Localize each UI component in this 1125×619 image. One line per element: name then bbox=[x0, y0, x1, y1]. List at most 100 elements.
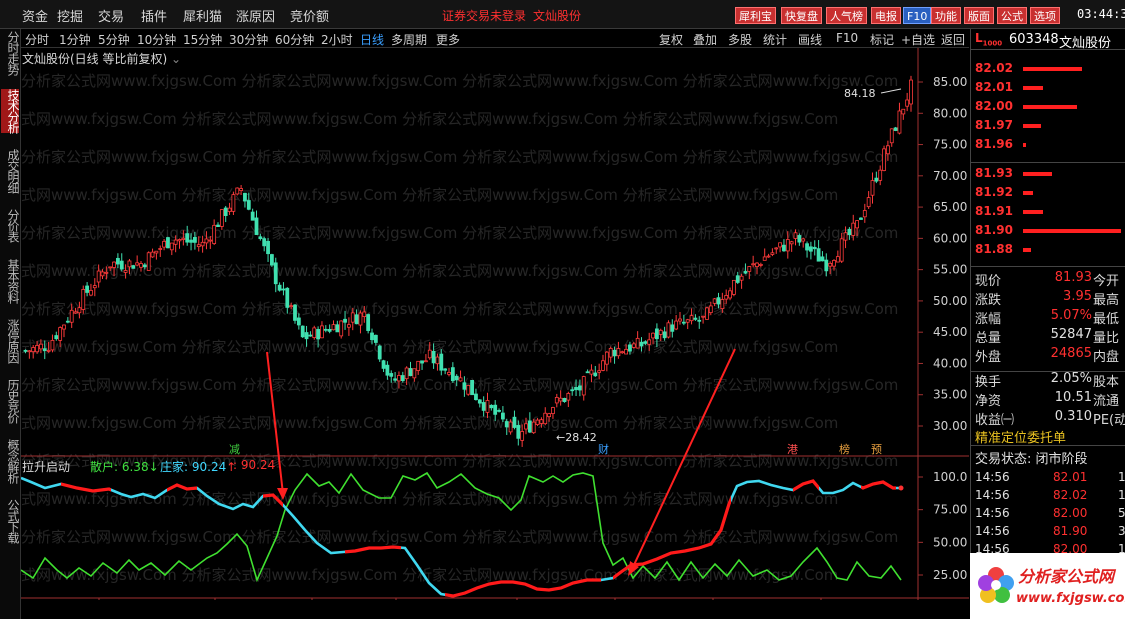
period-5min[interactable]: 5分钟 bbox=[98, 31, 130, 48]
candle-body bbox=[35, 345, 39, 353]
candle-body bbox=[470, 379, 475, 396]
precise-order-title[interactable]: 精准定位委托单 bbox=[975, 427, 1066, 446]
event-marker: 财 bbox=[598, 442, 609, 456]
period-2h[interactable]: 2小时 bbox=[321, 31, 353, 48]
candle-body bbox=[397, 375, 401, 382]
telegraph-button[interactable]: 电报 bbox=[871, 7, 901, 24]
candle-body bbox=[269, 254, 274, 266]
quick-review-button[interactable]: 快复盘 bbox=[781, 7, 822, 24]
menu-mining[interactable]: 挖掘 bbox=[57, 6, 83, 25]
candle-body bbox=[212, 224, 217, 244]
quote-extra-label: 最高 bbox=[1093, 293, 1120, 308]
tool-overlay[interactable]: 叠加 bbox=[693, 31, 717, 48]
candle-body bbox=[843, 232, 848, 241]
candle-body bbox=[805, 243, 809, 251]
order-volume-bar bbox=[1023, 172, 1052, 176]
tool-multi-stock[interactable]: 多股 bbox=[728, 31, 752, 48]
period-30min[interactable]: 30分钟 bbox=[229, 31, 268, 48]
order-volume-bar bbox=[1023, 248, 1031, 252]
order-book-row: 82.01 bbox=[971, 79, 1125, 97]
candle-body bbox=[882, 148, 886, 171]
candle-body bbox=[447, 372, 451, 375]
tab-concepts[interactable]: 概念解析 bbox=[1, 439, 20, 483]
stock-code: 603348 bbox=[1009, 32, 1059, 47]
candle-body bbox=[104, 271, 109, 274]
candle-body bbox=[58, 327, 63, 341]
tab-limit-reason[interactable]: 涨停原因 bbox=[1, 319, 20, 363]
candlestick-chart[interactable]: 分析家公式网www.fxjgsw.Com 分析家公式网www.fxjgsw.Co… bbox=[21, 48, 969, 600]
period-15min[interactable]: 15分钟 bbox=[183, 31, 222, 48]
tool-back[interactable]: 返回 bbox=[941, 31, 965, 48]
menu-funds[interactable]: 资金 bbox=[22, 6, 48, 25]
tab-formula-download[interactable]: 公式下载 bbox=[1, 499, 20, 543]
tick-time: 14:56 bbox=[975, 470, 1010, 484]
candle-body bbox=[316, 328, 321, 340]
period-daily[interactable]: 日线 bbox=[360, 31, 384, 48]
period-more[interactable]: 更多 bbox=[436, 31, 460, 48]
tick-price: 82.00 bbox=[1053, 506, 1088, 520]
candle-body bbox=[135, 262, 140, 266]
options-button[interactable]: 选项 bbox=[1030, 7, 1060, 24]
candle-body bbox=[54, 335, 59, 340]
menu-xilimao[interactable]: 犀利猫 bbox=[183, 6, 222, 25]
menu-auction[interactable]: 竞价额 bbox=[290, 6, 329, 25]
watermark-text: 分析家公式网www.fxjgsw.Com 分析家公式网www.fxjgsw.Co… bbox=[21, 186, 838, 204]
tool-stats[interactable]: 统计 bbox=[763, 31, 787, 48]
tool-add-watch[interactable]: +自选 bbox=[901, 31, 935, 48]
stock-link[interactable]: 文灿股份 bbox=[533, 7, 581, 24]
period-60min[interactable]: 60分钟 bbox=[275, 31, 314, 48]
menu-trade[interactable]: 交易 bbox=[98, 6, 124, 25]
candle-body bbox=[724, 295, 729, 300]
formula-button[interactable]: 公式 bbox=[997, 7, 1027, 24]
period-1min[interactable]: 1分钟 bbox=[59, 31, 91, 48]
period-10min[interactable]: 10分钟 bbox=[137, 31, 176, 48]
candle-body bbox=[493, 404, 498, 415]
function-button[interactable]: 功能 bbox=[931, 7, 961, 24]
candle-body bbox=[889, 128, 894, 144]
price-tick-label: 30.00 bbox=[933, 419, 967, 433]
tool-mark[interactable]: 标记 bbox=[870, 31, 894, 48]
quote-label: 涨跌 bbox=[975, 293, 1002, 308]
tab-deals[interactable]: 成交明细 bbox=[1, 149, 20, 193]
tab-technical[interactable]: 技术分析 bbox=[1, 89, 20, 133]
candle-body bbox=[192, 237, 197, 243]
quote-extra-label: 量比 bbox=[1093, 331, 1120, 346]
candle-body bbox=[454, 375, 459, 381]
tool-f10[interactable]: F10 bbox=[836, 31, 858, 45]
candle-body bbox=[277, 284, 282, 291]
f10-button[interactable]: F10 bbox=[903, 7, 932, 24]
candle-body bbox=[219, 209, 224, 227]
candle-body bbox=[320, 325, 324, 339]
candle-body bbox=[354, 314, 359, 325]
layout-button[interactable]: 版面 bbox=[964, 7, 994, 24]
quote-row: 换手 2.05% 股本 bbox=[971, 370, 1125, 390]
price-tick-label: 40.00 bbox=[933, 356, 967, 370]
indicator-name[interactable]: 拉升启动 bbox=[22, 458, 70, 475]
order-book-row: 81.90 bbox=[971, 222, 1125, 240]
quote-extra-label: 股本 bbox=[1093, 375, 1120, 390]
candle-body bbox=[766, 255, 771, 258]
candle-body bbox=[785, 239, 790, 252]
popularity-button[interactable]: 人气榜 bbox=[826, 7, 867, 24]
xilibao-button[interactable]: 犀利宝 bbox=[735, 7, 776, 24]
tab-history-auction[interactable]: 历史竞价 bbox=[1, 379, 20, 423]
menu-plugins[interactable]: 插件 bbox=[141, 6, 167, 25]
candle-body bbox=[774, 247, 779, 250]
candle-body bbox=[450, 367, 455, 382]
period-intraday[interactable]: 分时 bbox=[25, 31, 49, 48]
candle-body bbox=[612, 349, 617, 357]
menu-limit-reason[interactable]: 涨原因 bbox=[236, 6, 275, 25]
quote-value: 5.07% bbox=[1050, 308, 1092, 323]
tab-price-table[interactable]: 分价表 bbox=[1, 209, 20, 242]
candle-body bbox=[870, 180, 875, 196]
low-label: ←28.42 bbox=[556, 431, 597, 444]
candle-body bbox=[243, 192, 247, 202]
tool-draw[interactable]: 画线 bbox=[798, 31, 822, 48]
tick-row: 14:56 82.01 12 bbox=[971, 469, 1125, 487]
candle-body bbox=[404, 367, 409, 380]
tab-fundamentals[interactable]: 基本资料 bbox=[1, 259, 20, 303]
tab-intraday[interactable]: 分时走势 bbox=[1, 31, 20, 75]
period-multi[interactable]: 多周期 bbox=[391, 31, 427, 48]
tool-adjust[interactable]: 复权 bbox=[659, 31, 683, 48]
candle-body bbox=[828, 262, 833, 267]
